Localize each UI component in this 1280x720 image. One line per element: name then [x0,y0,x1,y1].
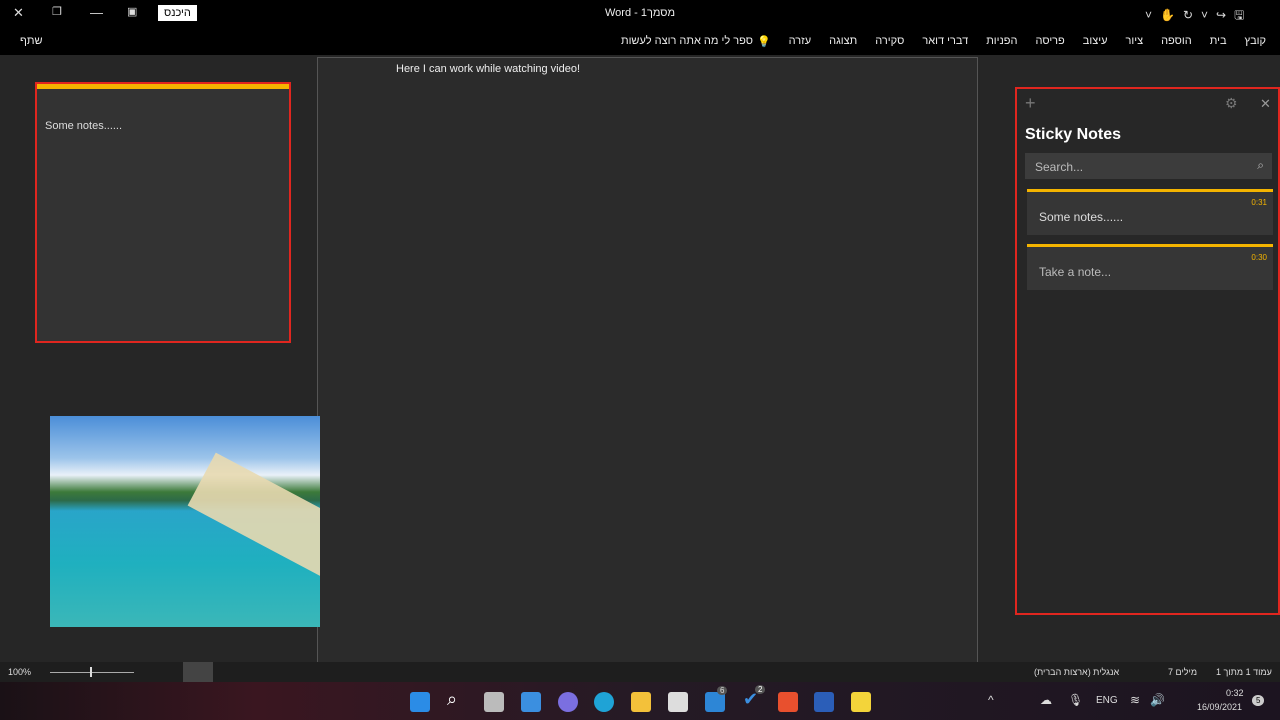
file-explorer-icon[interactable] [631,692,651,712]
add-note-icon[interactable]: + [1025,93,1036,114]
tab-help[interactable]: עזרה [789,35,811,47]
close-icon[interactable]: ✕ [1260,96,1271,112]
todo-icon[interactable]: ✔ 2 [743,685,766,709]
language-status[interactable]: אנגלית (ארצות הברית) [1034,667,1119,677]
tab-references[interactable]: הפניות [986,35,1017,47]
document-page[interactable]: Here I can work while watching video! [317,57,978,663]
gear-icon[interactable]: ⚙ [1225,95,1238,112]
note-card[interactable]: 0:30 Take a note... [1027,244,1273,290]
tab-insert[interactable]: הוספה [1161,35,1192,47]
onedrive-icon[interactable]: ☁ [1040,693,1052,707]
input-language[interactable]: ENG [1096,695,1118,706]
tab-home[interactable]: בית [1210,35,1227,47]
quick-access-toolbar[interactable]: ˅✋↻˅↪🖫 [1145,6,1252,27]
close-icon[interactable]: ✕ [13,5,24,21]
sticky-notes-panel: + ⚙ ✕ Sticky Notes Search... ⌕ 0:31 Some… [1015,87,1280,615]
search-icon[interactable]: ⌕ [1257,158,1264,173]
lightbulb-icon: 💡 [756,35,771,48]
mail-badge: 6 [717,686,728,695]
zoom-slider[interactable] [50,672,134,673]
tab-file[interactable]: קובץ [1245,35,1266,47]
volume-icon[interactable]: 🔊 [1150,693,1165,707]
note-preview: Some notes...... [1039,210,1124,224]
tab-view[interactable]: תצוגה [829,35,857,47]
window-title: Word - מסמך1 [605,7,676,19]
search-input[interactable]: Search... ⌕ [1025,153,1272,179]
signin-button[interactable]: היכנס [158,5,197,21]
page-count[interactable]: עמוד 1 מתוך 1 [1216,667,1272,677]
microphone-icon[interactable]: 🎙 [1068,693,1083,707]
camtasia-icon[interactable] [778,692,798,712]
restore-icon[interactable]: ❐ [52,5,62,18]
teams-chat-icon[interactable] [558,692,578,712]
wifi-icon[interactable]: ≋ [1130,693,1140,707]
print-layout-button[interactable] [183,662,213,682]
clock-date[interactable]: 16/09/2021 [1197,702,1242,712]
status-bar: 100% אנגלית (ארצות הברית) 7 מילים עמוד 1… [0,662,1280,682]
notification-badge[interactable]: 5 [1252,695,1265,706]
start-icon[interactable] [410,692,430,712]
todo-badge: 2 [755,685,766,694]
store-icon[interactable] [668,692,688,712]
tab-mailings[interactable]: דברי דואר [922,35,968,47]
ribbon-display-icon[interactable]: ▣ [127,5,137,18]
minimize-icon[interactable]: — [90,5,103,20]
task-view-icon[interactable] [484,692,504,712]
search-icon[interactable]: ⌕ [447,689,467,709]
zoom-slider-thumb[interactable] [90,667,92,677]
chevron-up-icon[interactable]: ^ [988,693,994,707]
document-text: Here I can work while watching video! [396,63,581,75]
edge-icon[interactable] [594,692,614,712]
sticky-notes-icon[interactable] [851,692,871,712]
search-placeholder: Search... [1035,160,1084,174]
taskbar: ⌕ 6 ✔ 2 ^ ☁ 🎙 ENG ≋ 🔊 0:32 16/09/2021 5 [0,682,1280,720]
tab-draw[interactable]: ציור [1125,35,1143,47]
ribbon-tabs: קובץ בית הוספה ציור עיצוב פריסה הפניות ד… [0,27,1280,55]
widgets-icon[interactable] [521,692,541,712]
panel-title: Sticky Notes [1025,126,1122,143]
note-time: 0:30 [1251,253,1267,262]
tell-me-box[interactable]: ספר לי מה אתה רוצה לעשות [621,35,753,47]
word-count[interactable]: 7 מילים [1168,667,1197,677]
sticky-note-window[interactable]: Some notes...... [35,82,291,343]
mail-icon[interactable]: 6 [705,686,728,712]
tab-design[interactable]: עיצוב [1083,35,1108,47]
zoom-level[interactable]: 100% [8,667,31,677]
tab-layout[interactable]: פריסה [1035,35,1064,47]
title-bar: ✕ ❐ — ▣ היכנס Word - מסמך1 ˅✋↻˅↪🖫 [0,0,1280,27]
note-preview: Take a note... [1039,265,1112,279]
note-header-bar[interactable] [37,84,289,89]
clock-time[interactable]: 0:32 [1226,688,1244,698]
word-icon[interactable] [814,692,834,712]
video-player-beach[interactable] [50,416,320,627]
note-time: 0:31 [1251,198,1267,207]
note-text[interactable]: Some notes...... [45,120,122,132]
share-button[interactable]: שתף [20,35,42,47]
note-card[interactable]: 0:31 Some notes...... [1027,189,1273,235]
tab-review[interactable]: סקירה [875,35,904,47]
